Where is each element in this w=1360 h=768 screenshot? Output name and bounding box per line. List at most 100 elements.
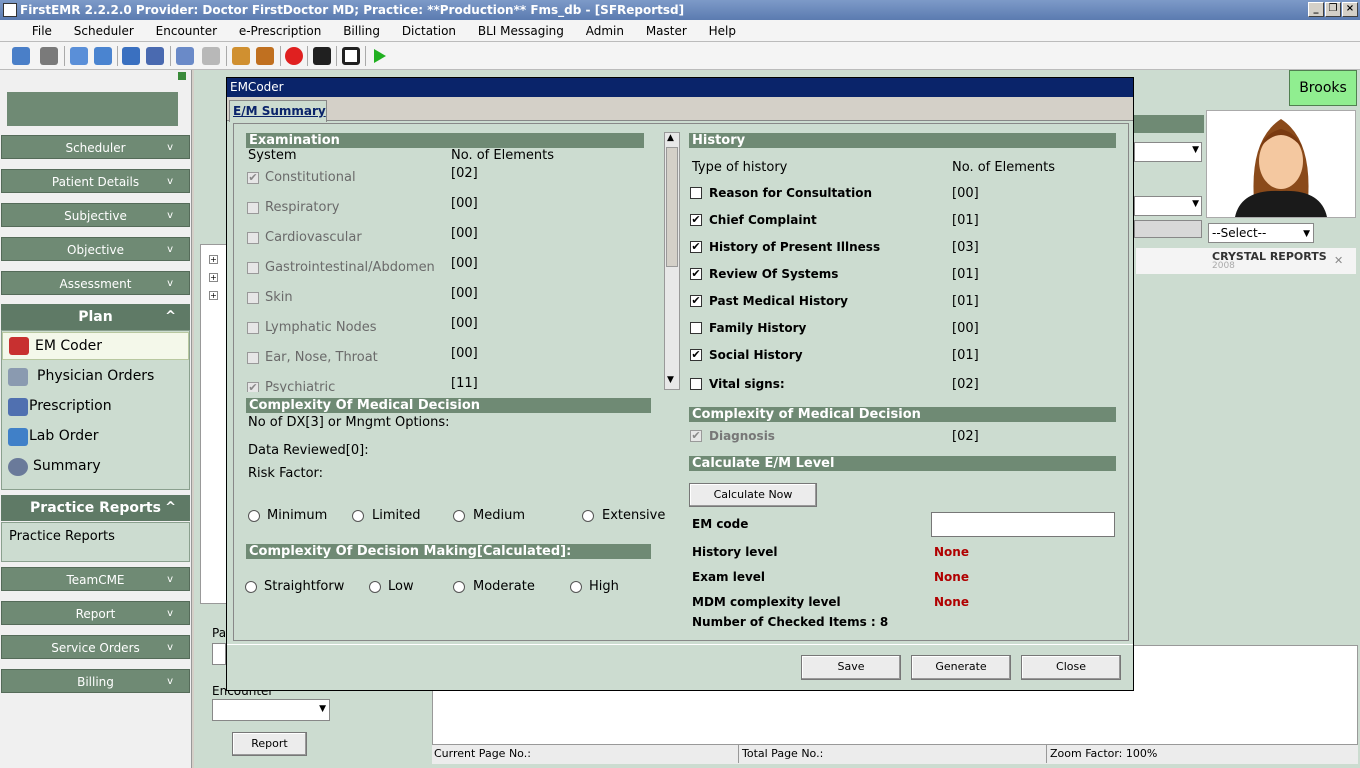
decision-high-radio[interactable] — [570, 581, 582, 593]
close-window-button[interactable]: × — [1342, 2, 1358, 17]
exam-row-checkbox[interactable]: ✔ — [247, 172, 259, 184]
risk-extensive-radio[interactable] — [582, 510, 594, 522]
menu-scheduler[interactable]: Scheduler — [65, 20, 143, 42]
nav-plan-header[interactable]: Plan^ — [1, 304, 190, 330]
history-row-checkbox[interactable]: ✔ — [690, 214, 702, 226]
scroll-up-icon[interactable]: ▲ — [667, 133, 674, 143]
history-row-checkbox[interactable]: ✔ — [690, 241, 702, 253]
history-row-checkbox[interactable]: ✔ — [690, 295, 702, 307]
history-row-checkbox[interactable]: ✔ — [690, 268, 702, 280]
menu-billing[interactable]: Billing — [334, 20, 389, 42]
risk-minimum-radio[interactable] — [248, 510, 260, 522]
nav-teamcme[interactable]: TeamCMEv — [1, 567, 190, 591]
nav-service-orders[interactable]: Service Ordersv — [1, 635, 190, 659]
practice-reports-panel: Practice Reports — [1, 522, 190, 562]
patient-photo — [1206, 110, 1356, 218]
exam-row-value: [00] — [451, 256, 478, 271]
exam-row-checkbox[interactable] — [247, 202, 259, 214]
history-row-checkbox[interactable] — [690, 322, 702, 334]
menu-encounter[interactable]: Encounter — [147, 20, 226, 42]
exam-row-checkbox[interactable] — [247, 262, 259, 274]
monitor-icon[interactable] — [12, 47, 30, 65]
expand-icon[interactable]: + — [209, 255, 218, 264]
decision-moderate-radio[interactable] — [453, 581, 465, 593]
stop-icon[interactable] — [342, 47, 360, 65]
device-icon[interactable] — [146, 47, 164, 65]
home-icon[interactable] — [232, 47, 250, 65]
expand-icon[interactable]: + — [209, 291, 218, 300]
exam-row-label: Gastrointestinal/Abdomen — [265, 260, 435, 275]
tab-em-summary[interactable]: E/M Summary — [229, 100, 327, 122]
nav-billing[interactable]: Billingv — [1, 669, 190, 693]
menu-admin[interactable]: Admin — [577, 20, 633, 42]
encounter-dropdown[interactable]: ▼ — [212, 699, 330, 721]
pause-icon[interactable] — [313, 47, 331, 65]
generate-button[interactable]: Generate — [911, 655, 1011, 680]
plan-item-physician-orders[interactable]: Physician Orders — [2, 364, 189, 390]
exam-row-checkbox[interactable] — [247, 292, 259, 304]
select-dropdown[interactable]: --Select--▼ — [1208, 223, 1314, 243]
decision-low-radio[interactable] — [369, 581, 381, 593]
current-page-label: Current Page No.: — [434, 745, 531, 763]
exam-row-checkbox[interactable] — [247, 352, 259, 364]
background-dropdown-2[interactable]: ▼ — [1134, 196, 1202, 216]
risk-limited-radio[interactable] — [352, 510, 364, 522]
clock-icon[interactable] — [256, 47, 274, 65]
tools-icon[interactable] — [40, 47, 58, 65]
nav-patient-details[interactable]: Patient Detailsv — [1, 169, 190, 193]
menu-file[interactable]: File — [23, 20, 61, 42]
calculate-now-button[interactable]: Calculate Now — [689, 483, 817, 507]
nav-scheduler[interactable]: Schedulerv — [1, 135, 190, 159]
exam-row-checkbox[interactable] — [247, 232, 259, 244]
report-button[interactable]: Report — [232, 732, 307, 756]
nav-subjective[interactable]: Subjectivev — [1, 203, 190, 227]
history-row-label: Vital signs: — [709, 377, 785, 391]
pa-field[interactable] — [212, 643, 226, 665]
zoom-factor-label: Zoom Factor: 100% — [1046, 745, 1157, 763]
restore-button[interactable]: ❐ — [1325, 2, 1341, 17]
record-icon[interactable] — [285, 47, 303, 65]
exam-row-checkbox[interactable]: ✔ — [247, 382, 259, 392]
history-row-checkbox[interactable] — [690, 187, 702, 199]
menu-help[interactable]: Help — [700, 20, 745, 42]
minimize-button[interactable]: _ — [1308, 2, 1324, 17]
plan-item-lab-order[interactable]: Lab Order — [2, 424, 189, 450]
practice-reports-item[interactable]: Practice Reports — [9, 529, 115, 544]
menu-bli-messaging[interactable]: BLI Messaging — [469, 20, 573, 42]
em-code-field[interactable] — [931, 512, 1115, 537]
examination-scrollbar[interactable]: ▲ ▼ — [664, 132, 680, 390]
menu-eprescription[interactable]: e-Prescription — [230, 20, 331, 42]
background-field[interactable] — [1134, 220, 1202, 238]
close-button[interactable]: Close — [1021, 655, 1121, 680]
user-down-icon[interactable] — [94, 47, 112, 65]
export-icon[interactable] — [176, 47, 194, 65]
refresh-icon[interactable] — [122, 47, 140, 65]
background-dropdown-1[interactable]: ▼ — [1134, 142, 1202, 162]
nav-practice-reports-header[interactable]: Practice Reports^ — [1, 495, 190, 521]
scroll-thumb[interactable] — [666, 147, 678, 267]
plan-item-prescription[interactable]: Prescription — [2, 394, 189, 420]
menu-master[interactable]: Master — [637, 20, 696, 42]
risk-medium-radio[interactable] — [453, 510, 465, 522]
decision-straightforward-radio[interactable] — [245, 581, 257, 593]
history-row-checkbox[interactable] — [690, 378, 702, 390]
import-icon[interactable] — [202, 47, 220, 65]
nav-objective[interactable]: Objectivev — [1, 237, 190, 261]
nav-assessment[interactable]: Assessmentv — [1, 271, 190, 295]
nav-report[interactable]: Reportv — [1, 601, 190, 625]
plan-panel: EM Coder Physician Orders Prescription L… — [1, 330, 190, 490]
exam-row-checkbox[interactable] — [247, 322, 259, 334]
menu-dictation[interactable]: Dictation — [393, 20, 465, 42]
save-button[interactable]: Save — [801, 655, 901, 680]
pin-icon[interactable] — [178, 72, 186, 80]
crystal-close-icon[interactable]: ✕ — [1334, 254, 1343, 267]
history-elements-col: No. of Elements — [952, 160, 1055, 175]
diagnosis-checkbox[interactable]: ✔ — [690, 430, 702, 442]
play-icon[interactable] — [374, 49, 386, 63]
scroll-down-icon[interactable]: ▼ — [667, 375, 674, 385]
history-row-checkbox[interactable]: ✔ — [690, 349, 702, 361]
plan-item-summary[interactable]: Summary — [2, 454, 189, 480]
plan-item-em-coder[interactable]: EM Coder — [2, 332, 189, 360]
user-up-icon[interactable] — [70, 47, 88, 65]
expand-icon[interactable]: + — [209, 273, 218, 282]
